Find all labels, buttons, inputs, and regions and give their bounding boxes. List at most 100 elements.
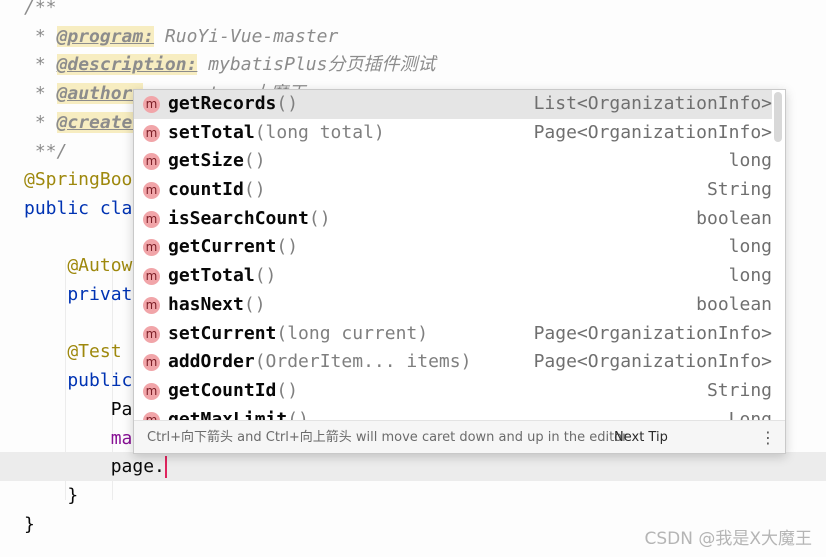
completion-item[interactable]: m hasNext() boolean	[134, 291, 772, 320]
method-icon: m	[143, 182, 160, 200]
vertical-ellipsis-icon[interactable]: ⋮	[760, 421, 776, 453]
method-name: getCurrent()	[168, 233, 298, 262]
return-type: String	[706, 179, 772, 201]
completion-item[interactable]: m getMaxLimit() Long	[134, 406, 772, 420]
method-name: getTotal()	[168, 262, 276, 291]
method-icon: m	[143, 124, 160, 142]
keyword: private	[24, 284, 144, 305]
completion-item[interactable]: m getRecords() List<OrganizationInfo>	[134, 90, 772, 119]
javadoc-tag: @author:	[56, 83, 144, 105]
method-name-text: getCountId	[168, 379, 277, 401]
method-name-text: countId	[168, 179, 244, 201]
completion-list[interactable]: m getRecords() List<OrganizationInfo> m setT…	[134, 90, 772, 420]
method-params: (OrderItem... items)	[254, 351, 472, 373]
completion-item[interactable]: m getCountId() String	[134, 377, 772, 406]
code-line[interactable]: * @description: mybatisPlus分页插件测试	[24, 51, 435, 79]
method-params: ()	[276, 236, 299, 258]
comment-prefix: *	[24, 83, 57, 105]
method-icon: m	[143, 411, 160, 420]
completion-item[interactable]: m isSearchCount() boolean	[134, 205, 772, 234]
method-icon: m	[143, 354, 160, 372]
method-name: getSize()	[168, 147, 266, 176]
method-name-text: setCurrent	[168, 322, 277, 344]
return-type: Page<OrganizationInfo>	[533, 121, 772, 143]
watermark: CSDN @我是X大魔王	[644, 529, 812, 549]
method-params: ()	[308, 207, 331, 229]
text-caret	[164, 456, 167, 479]
method-params: ()	[243, 293, 266, 315]
code-line[interactable]: **/	[24, 138, 68, 166]
completion-scrollbar[interactable]	[772, 90, 785, 420]
method-name: getMaxLimit()	[168, 406, 309, 420]
method-icon: m	[143, 325, 160, 343]
method-params: ()	[254, 265, 277, 287]
javadoc-tag: @description:	[56, 54, 198, 76]
code-text: page.	[24, 456, 165, 478]
javadoc-value: mybatisPlus分页插件测试	[197, 54, 436, 76]
method-icon: m	[143, 382, 160, 400]
scrollbar-thumb[interactable]	[774, 92, 782, 142]
method-icon: m	[143, 239, 160, 257]
code-text: }	[24, 513, 35, 535]
completion-item[interactable]: m setCurrent(long current) Page<Organizati…	[134, 320, 772, 349]
method-name-text: isSearchCount	[168, 207, 309, 229]
method-params: ()	[243, 179, 266, 201]
method-params: ()	[276, 379, 299, 401]
method-name-text: getMaxLimit	[168, 408, 288, 420]
completion-item[interactable]: m setTotal(long total) Page<OrganizationIn…	[134, 119, 772, 148]
javadoc-tag: @create:	[56, 111, 144, 133]
method-params: (long current)	[276, 322, 429, 344]
return-type: boolean	[696, 207, 772, 229]
completion-item[interactable]: m getSize() long	[134, 147, 772, 176]
comment-text: **/	[24, 140, 68, 162]
completion-item[interactable]: m addOrder(OrderItem... items) Page<Organi…	[134, 348, 772, 377]
method-name-text: setTotal	[168, 121, 255, 143]
return-type: Page<OrganizationInfo>	[533, 351, 772, 373]
comment-prefix: *	[24, 111, 57, 133]
return-type: Long	[728, 408, 772, 420]
code-line[interactable]: * @program: RuoYi-Vue-master	[24, 23, 338, 51]
method-name-text: getCurrent	[168, 236, 277, 258]
return-type: Page<OrganizationInfo>	[533, 322, 772, 344]
annotation: @Test	[24, 341, 122, 363]
method-name-text: addOrder	[168, 351, 255, 373]
next-tip-link[interactable]: Next Tip	[614, 421, 668, 453]
code-text: }	[24, 484, 79, 506]
method-name-text: getRecords	[168, 93, 277, 114]
method-name: countId()	[168, 176, 266, 205]
code-line[interactable]: }	[24, 511, 35, 539]
return-type: long	[728, 236, 772, 258]
method-name: setCurrent(long current)	[168, 320, 428, 349]
return-type: boolean	[696, 293, 772, 315]
completion-item[interactable]: m countId() String	[134, 176, 772, 205]
code-line[interactable]: page.	[24, 453, 167, 481]
method-params: ()	[243, 150, 266, 172]
code-line[interactable]: }	[24, 482, 78, 510]
javadoc-tag: @program:	[56, 25, 155, 47]
method-icon: m	[143, 268, 160, 286]
completion-popup[interactable]: m getRecords() List<OrganizationInfo> m setT…	[133, 89, 786, 454]
code-line[interactable]: /**	[24, 0, 57, 22]
code-line[interactable]: @Test	[24, 338, 122, 366]
method-name-text: hasNext	[168, 293, 244, 315]
method-name: isSearchCount()	[168, 205, 331, 234]
method-name: hasNext()	[168, 291, 266, 320]
comment-prefix: *	[24, 54, 57, 76]
method-name: addOrder(OrderItem... items)	[168, 348, 471, 377]
method-name: setTotal(long total)	[168, 119, 385, 148]
return-type: long	[728, 265, 772, 287]
javadoc-value: RuoYi-Vue-master	[154, 25, 339, 47]
completion-item[interactable]: m getCurrent() long	[134, 233, 772, 262]
method-name-text: getSize	[168, 150, 244, 172]
method-icon: m	[143, 153, 160, 171]
completion-footer: Ctrl+向下箭头 and Ctrl+向上箭头 will move caret …	[134, 420, 785, 453]
method-icon: m	[143, 296, 160, 314]
method-name-text: getTotal	[168, 265, 255, 287]
method-name: getCountId()	[168, 377, 298, 406]
comment-text: /**	[24, 0, 57, 18]
method-params: (long total)	[254, 121, 385, 143]
completion-item[interactable]: m getTotal() long	[134, 262, 772, 291]
return-type: List<OrganizationInfo>	[533, 93, 772, 114]
footer-tip: Ctrl+向下箭头 and Ctrl+向上箭头 will move caret …	[147, 430, 628, 445]
method-params: ()	[287, 408, 309, 420]
